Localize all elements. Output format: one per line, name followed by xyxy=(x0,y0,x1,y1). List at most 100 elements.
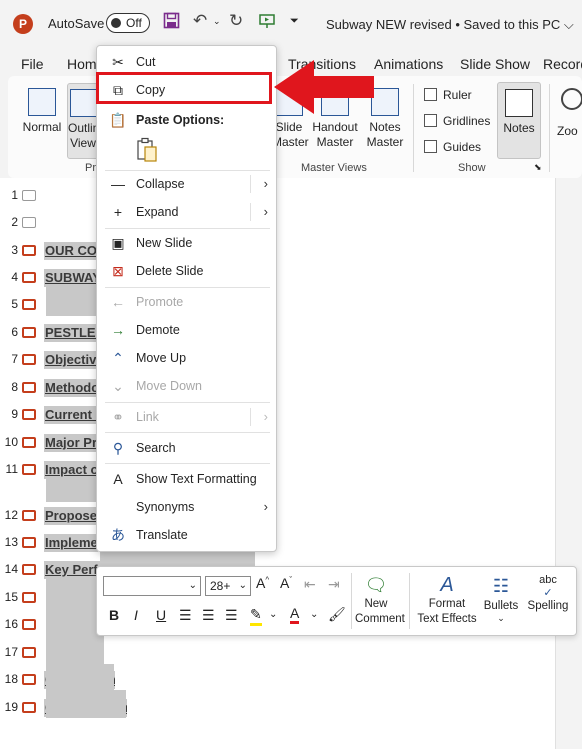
slide-icon[interactable] xyxy=(22,437,36,448)
present-icon[interactable] xyxy=(259,13,275,32)
slide-icon[interactable] xyxy=(22,619,36,630)
slide-icon[interactable] xyxy=(22,409,36,420)
menu-item-synonyms[interactable]: Synonyms › xyxy=(97,494,276,520)
redo-icon[interactable]: ↻ xyxy=(229,11,243,31)
slide-icon[interactable] xyxy=(22,272,36,283)
tab-file[interactable]: File xyxy=(21,56,44,72)
notes-button[interactable]: Notes xyxy=(497,82,541,159)
slide-title-text[interactable]: Impact o xyxy=(44,461,99,479)
slide-title-text[interactable]: Major Pr xyxy=(44,434,98,452)
menu-item-new-slide[interactable]: ▣ New Slide xyxy=(97,230,276,256)
slide-icon[interactable] xyxy=(22,464,36,475)
menu-item-collapse[interactable]: — Collapse › xyxy=(97,171,276,197)
tab-recording[interactable]: Recording xyxy=(543,56,582,72)
chevron-down-icon[interactable]: ⌄ xyxy=(239,577,247,595)
format-painter-icon[interactable]: 🖌 xyxy=(328,606,346,623)
tab-slide-show[interactable]: Slide Show xyxy=(460,56,530,72)
font-color-icon[interactable]: A xyxy=(290,605,300,624)
new-comment-button[interactable]: 🗨 New Comment xyxy=(355,573,405,627)
menu-item-expand[interactable]: + Expand › xyxy=(97,199,276,225)
outline-view-button[interactable]: Outline View xyxy=(67,83,99,159)
chevron-right-icon[interactable]: › xyxy=(264,494,268,520)
vertical-scrollbar[interactable] xyxy=(555,178,582,749)
slide-title-text[interactable]: Objectiv xyxy=(44,351,97,369)
undo-dropdown-icon[interactable]: ⌄ xyxy=(213,16,221,27)
bullets-button[interactable]: ☷ Bullets ⌄ xyxy=(481,573,521,623)
bold-button[interactable]: B xyxy=(109,607,119,623)
chevron-down-icon[interactable]: ⌄ xyxy=(481,614,521,623)
slide-icon[interactable] xyxy=(22,674,36,685)
slide-icon[interactable] xyxy=(22,327,36,338)
gridlines-checkbox-box[interactable] xyxy=(424,114,437,127)
translate-icon: あ xyxy=(111,527,125,543)
menu-item-search[interactable]: ⚲ Search xyxy=(97,435,276,461)
document-title[interactable]: Subway NEW revised • Saved to this PC ⌵ xyxy=(326,17,574,33)
tab-animations[interactable]: Animations xyxy=(374,56,443,72)
autosave-state: Off xyxy=(126,16,142,30)
save-icon[interactable] xyxy=(163,12,180,34)
decrease-font-icon[interactable]: Aˇ xyxy=(280,575,292,591)
menu-item-delete-slide[interactable]: ⊠ Delete Slide xyxy=(97,258,276,284)
slide-icon[interactable] xyxy=(22,190,36,201)
slide-title-text[interactable]: OUR CO xyxy=(44,242,97,260)
slide-title-text[interactable]: Key Perfo xyxy=(44,561,101,579)
slide-title-text[interactable]: Methodo xyxy=(44,379,99,397)
ruler-checkbox-box[interactable] xyxy=(424,88,437,101)
underline-button[interactable]: U xyxy=(156,607,166,623)
chevron-down-icon[interactable]: ⌄ xyxy=(189,577,197,595)
slide-icon[interactable] xyxy=(22,702,36,713)
chevron-down-icon[interactable]: ⌄ xyxy=(310,609,318,620)
powerpoint-logo-icon: P xyxy=(13,14,33,34)
align-center-icon[interactable]: ☰ xyxy=(202,607,215,624)
font-name-combo[interactable]: ⌄ xyxy=(103,576,201,596)
slide-icon[interactable] xyxy=(22,217,36,228)
align-left-icon[interactable]: ☰ xyxy=(179,607,192,624)
italic-button[interactable]: I xyxy=(134,607,138,623)
highlight-color-icon[interactable]: ✎ xyxy=(250,606,262,626)
slide-icon[interactable] xyxy=(22,537,36,548)
dialog-launcher-icon[interactable]: ⬊ xyxy=(534,162,542,173)
menu-separator xyxy=(105,432,270,433)
autosave-toggle[interactable]: Off xyxy=(106,13,150,33)
guides-checkbox[interactable]: Guides xyxy=(424,140,481,154)
slide-title-text[interactable]: Current C xyxy=(44,406,99,424)
slide-title-text[interactable]: Proposed xyxy=(44,507,99,525)
guides-checkbox-box[interactable] xyxy=(424,140,437,153)
customize-icon[interactable]: ⏷ xyxy=(290,15,299,28)
slide-number: 1 xyxy=(11,188,18,202)
menu-item-show-text-formatting[interactable]: A Show Text Formatting xyxy=(97,466,276,492)
slide-icon[interactable] xyxy=(22,354,36,365)
slide-title-text[interactable]: Impleme xyxy=(44,534,98,552)
paste-keep-text-only-icon[interactable] xyxy=(135,137,159,163)
slide-icon[interactable] xyxy=(22,299,36,310)
undo-icon[interactable]: ↶ xyxy=(193,11,207,31)
font-size-combo[interactable]: 28+ ⌄ xyxy=(205,576,251,596)
paste-icon: 📋 xyxy=(109,112,127,128)
normal-view-button[interactable]: Normal xyxy=(20,88,64,135)
menu-item-demote[interactable]: → Demote xyxy=(97,317,276,343)
spelling-button[interactable]: abc ✓ Spelling xyxy=(525,573,571,614)
decrease-indent-icon[interactable]: ⇤ xyxy=(304,576,316,593)
chevron-right-icon[interactable]: › xyxy=(264,199,268,225)
new-comment-label-2: Comment xyxy=(355,613,405,625)
slide-icon[interactable] xyxy=(22,382,36,393)
slide-title-text[interactable]: PESTLE A xyxy=(44,324,99,342)
slide-icon[interactable] xyxy=(22,510,36,521)
slide-icon[interactable] xyxy=(22,647,36,658)
slide-icon[interactable] xyxy=(22,592,36,603)
increase-font-icon[interactable]: A^ xyxy=(256,575,269,591)
chevron-right-icon[interactable]: › xyxy=(264,171,268,197)
ruler-checkbox[interactable]: Ruler xyxy=(424,88,472,102)
menu-item-translate[interactable]: あ Translate xyxy=(97,522,276,548)
increase-indent-icon[interactable]: ⇥ xyxy=(328,576,340,593)
handout-master-label-2: Master xyxy=(316,135,354,149)
chevron-down-icon[interactable]: ⌄ xyxy=(269,609,277,620)
format-text-effects-button[interactable]: A Format Text Effects xyxy=(415,573,479,627)
gridlines-checkbox[interactable]: Gridlines xyxy=(424,114,490,128)
slide-icon[interactable] xyxy=(22,564,36,575)
menu-item-move-up[interactable]: ⌃ Move Up xyxy=(97,345,276,371)
zoom-button[interactable]: Zoo xyxy=(557,88,582,139)
slide-icon[interactable] xyxy=(22,245,36,256)
align-right-icon[interactable]: ☰ xyxy=(225,607,238,624)
slide-title-text[interactable]: SUBWAY xyxy=(44,269,99,287)
